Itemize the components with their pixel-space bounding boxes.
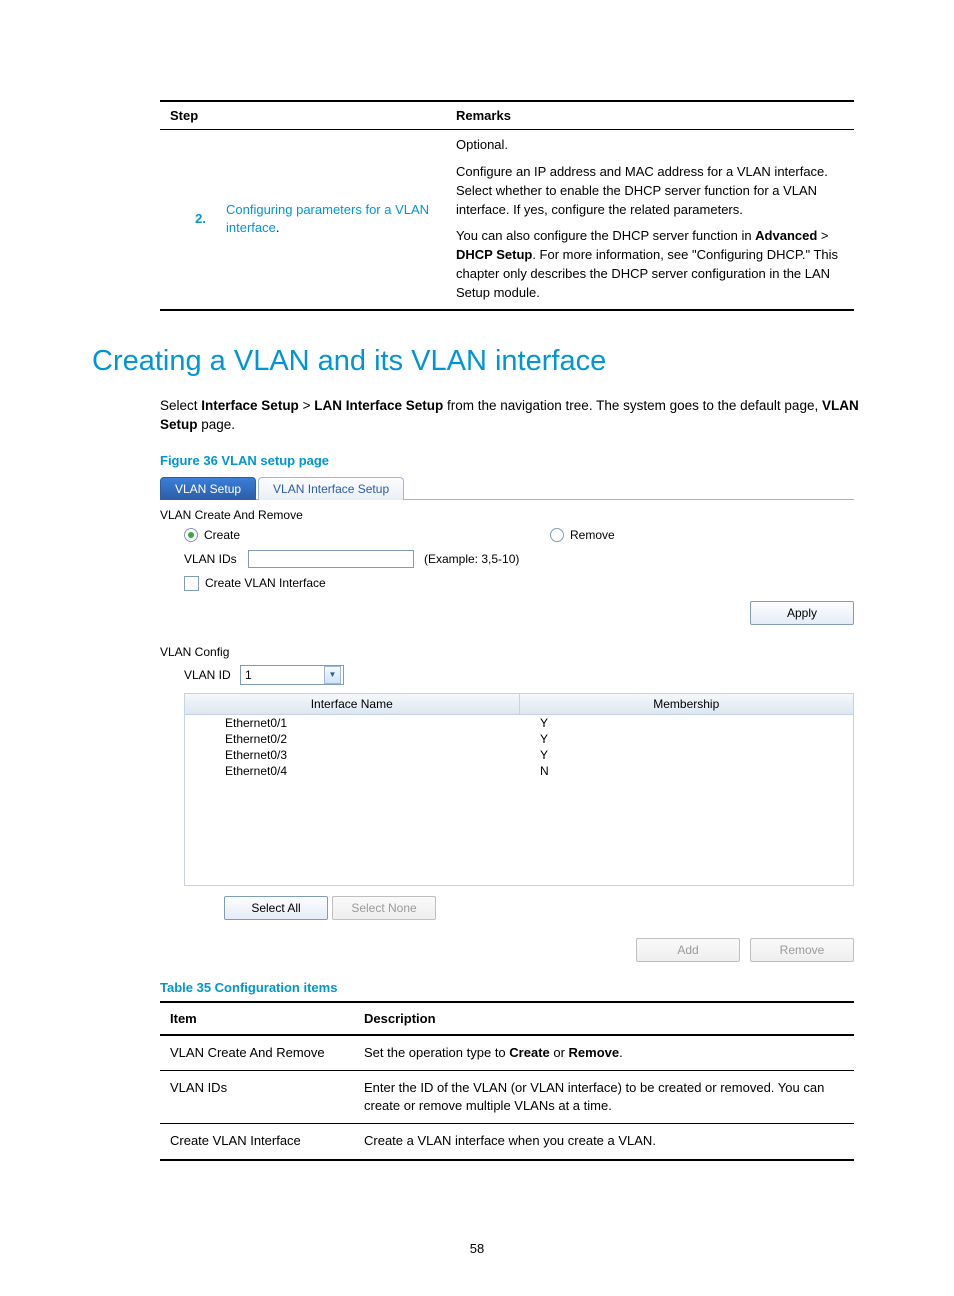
cfg-item: Create VLAN Interface xyxy=(160,1124,354,1160)
table-row[interactable]: Ethernet0/4 N xyxy=(185,763,853,779)
tab-vlan-setup[interactable]: VLAN Setup xyxy=(160,477,256,500)
col-item: Item xyxy=(160,1002,354,1035)
select-none-button[interactable]: Select None xyxy=(332,896,436,920)
intro-paragraph: Select Interface Setup > LAN Interface S… xyxy=(160,396,862,435)
cfg-desc: Set the operation type to Create or Remo… xyxy=(354,1035,854,1071)
chevron-down-icon: ▼ xyxy=(324,666,341,684)
step-link-text: Configuring parameters for a VLAN interf… xyxy=(226,202,429,236)
cfg-item: VLAN Create And Remove xyxy=(160,1035,354,1071)
select-all-button[interactable]: Select All xyxy=(224,896,328,920)
cfg-desc: Enter the ID of the VLAN (or VLAN interf… xyxy=(354,1071,854,1124)
col-description: Description xyxy=(354,1002,854,1035)
remove-button[interactable]: Remove xyxy=(750,938,854,962)
create-vlan-interface-checkbox[interactable] xyxy=(184,576,199,591)
remarks-p3: You can also configure the DHCP server f… xyxy=(456,227,844,302)
vlan-create-remove-title: VLAN Create And Remove xyxy=(160,500,854,524)
vlan-id-label: VLAN ID xyxy=(184,668,234,682)
table-row[interactable]: Ethernet0/1 Y xyxy=(185,715,853,731)
page-number: 58 xyxy=(0,1241,954,1256)
step-link-punct: . xyxy=(276,220,280,235)
step-number: 2. xyxy=(160,130,216,310)
tabs: VLAN Setup VLAN Interface Setup xyxy=(160,474,854,500)
grid-col-membership: Membership xyxy=(519,694,854,714)
cfg-item: VLAN IDs xyxy=(160,1071,354,1124)
vlan-id-value: 1 xyxy=(245,668,252,682)
vlan-config-title: VLAN Config xyxy=(160,639,854,661)
step-remarks: Optional. Configure an IP address and MA… xyxy=(446,130,854,310)
radio-create-label: Create xyxy=(204,528,240,542)
radio-remove[interactable] xyxy=(550,528,564,542)
col-remarks: Remarks xyxy=(446,101,854,130)
figure-caption: Figure 36 VLAN setup page xyxy=(160,453,862,468)
radio-create[interactable] xyxy=(184,528,198,542)
vlan-id-select[interactable]: 1 ▼ xyxy=(240,665,344,685)
vlan-ids-label: VLAN IDs xyxy=(184,552,242,566)
radio-remove-label: Remove xyxy=(570,528,615,542)
table-row[interactable]: Ethernet0/3 Y xyxy=(185,747,853,763)
remarks-p1: Optional. xyxy=(456,136,844,155)
apply-button[interactable]: Apply xyxy=(750,601,854,625)
vlan-ids-input[interactable] xyxy=(248,550,414,568)
col-step: Step xyxy=(160,101,446,130)
section-heading: Creating a VLAN and its VLAN interface xyxy=(92,345,862,378)
table-row[interactable]: Ethernet0/2 Y xyxy=(185,731,853,747)
config-items-table: Item Description VLAN Create And Remove … xyxy=(160,1001,854,1161)
create-vlan-interface-label: Create VLAN Interface xyxy=(205,576,326,590)
grid-header: Interface Name Membership xyxy=(184,693,854,715)
table-caption: Table 35 Configuration items xyxy=(160,980,862,995)
add-button[interactable]: Add xyxy=(636,938,740,962)
vlan-ids-hint: (Example: 3,5-10) xyxy=(424,552,519,566)
tab-vlan-interface-setup[interactable]: VLAN Interface Setup xyxy=(258,477,404,500)
grid-col-interface-name: Interface Name xyxy=(185,697,519,711)
cfg-desc: Create a VLAN interface when you create … xyxy=(354,1124,854,1160)
steps-table: Step Remarks 2. Configuring parameters f… xyxy=(160,100,854,311)
step-link[interactable]: Configuring parameters for a VLAN interf… xyxy=(216,130,446,310)
remarks-p2: Configure an IP address and MAC address … xyxy=(456,163,844,220)
vlan-setup-screenshot: VLAN Setup VLAN Interface Setup VLAN Cre… xyxy=(160,474,854,962)
grid-body: Ethernet0/1 Y Ethernet0/2 Y Ethernet0/3 … xyxy=(184,715,854,886)
